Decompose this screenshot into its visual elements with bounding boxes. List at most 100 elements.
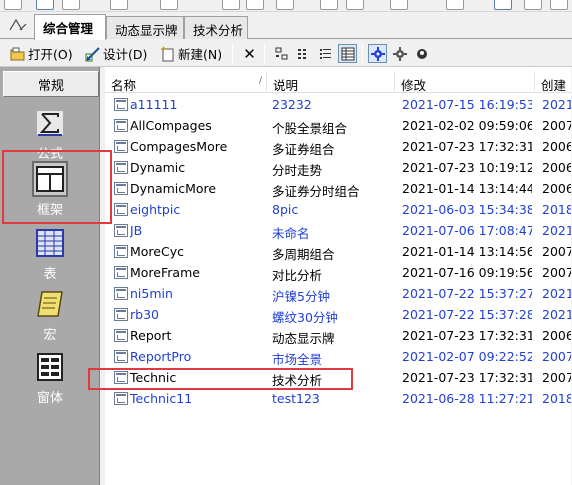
left-panel-header[interactable]: 常规 [3,71,99,97]
tab-general-management[interactable]: 综合管理 [34,14,106,40]
scroll-macro-icon [34,288,66,320]
window-form-icon [34,351,66,383]
details-view-icon[interactable] [338,44,357,63]
cell-created: 2007- [542,265,572,280]
clock-icon[interactable] [222,0,240,10]
column-header-description[interactable]: 说明 [267,71,395,93]
cell-created: 2021- [542,307,572,322]
large-icons-view-icon[interactable] [272,44,291,63]
tool-icon[interactable] [524,0,542,10]
table-row[interactable]: a11111 23232 2021-07-15 16:19:53 2021- [105,94,572,115]
tool-icon[interactable] [390,0,408,10]
tool-icon[interactable] [550,0,568,10]
cell-modified: 2021-07-23 17:32:31 [402,139,532,154]
edit-icon[interactable] [36,0,54,10]
cell-modified: 2021-07-22 15:37:28 [402,307,532,322]
table-row[interactable]: Report 动态显示牌 2021-07-23 17:32:31 2006- [105,325,572,346]
table-row[interactable]: ni5min 沪镍5分钟 2021-07-22 15:37:27 2021- [105,283,572,304]
tool-icon[interactable] [346,0,364,10]
left-item-window[interactable]: 窗体 [0,347,100,409]
action-toolbar: 打开(O) 设计(D) 新建(N) ✕ [0,40,572,67]
small-icons-view-icon[interactable] [294,44,313,63]
table-row[interactable]: ReportPro 市场全景 2021-02-07 09:22:52 2007- [105,346,572,367]
cell-description: 技术分析 [272,373,323,388]
cell-created: 2021- [542,97,572,112]
tool-icon[interactable] [62,0,80,10]
settings-icon[interactable] [412,44,431,63]
frame-file-icon [114,287,128,300]
left-item-frame[interactable]: 框架 [0,159,100,221]
table-row[interactable]: CompagesMore 多证券组合 2021-07-23 17:32:31 2006… [105,136,572,157]
left-item-macro[interactable]: 宏 [0,284,100,346]
frame-file-icon [114,266,128,279]
cell-description: 动态显示牌 [272,331,335,346]
home-icon[interactable] [4,0,22,10]
cell-created: 2021- [542,223,572,238]
left-item-table[interactable]: 表 [0,223,100,285]
cell-modified: 2021-07-23 10:19:12 [402,160,532,175]
column-header-name[interactable]: 名称 [105,71,267,93]
tool-icon[interactable] [276,0,294,10]
gear-icon[interactable] [446,0,464,10]
pointer-icon[interactable] [494,0,512,10]
table-row[interactable]: Dynamic 分时走势 2021-07-23 10:19:12 2006- [105,157,572,178]
cell-created: 2007- [542,370,572,385]
column-header-created[interactable]: 创建 [535,71,572,93]
gear-blue-icon[interactable] [368,44,387,63]
table-row[interactable]: MoreFrame 对比分析 2021-07-16 09:19:56 2007- [105,262,572,283]
cell-description: 多周期组合 [272,247,335,262]
tab-dynamic-board[interactable]: 动态显示牌 [106,16,184,39]
cell-description: 对比分析 [272,268,323,283]
frame-file-icon [114,245,128,258]
cell-name: Dynamic [130,160,186,175]
cell-name: ni5min [130,286,173,301]
cell-created: 2007- [542,244,572,259]
cell-name: DynamicMore [130,181,217,196]
cell-created: 2006- [542,181,572,196]
table-row[interactable]: Technic 技术分析 2021-07-23 17:32:31 2007- [105,367,572,388]
tab-scroll-icon[interactable] [8,18,30,36]
gear-gray-icon[interactable] [390,44,409,63]
table-row[interactable]: rb30 螺纹30分钟 2021-07-22 15:37:28 2021- [105,304,572,325]
cell-modified: 2021-02-02 09:59:06 [402,118,532,133]
new-file-icon [160,45,176,62]
design-button[interactable]: 设计(D) [85,43,147,64]
list-header: 名称 / 说明 修改 创建 [105,71,572,93]
tool-icon[interactable] [110,0,128,10]
new-button[interactable]: 新建(N) [160,43,222,64]
cell-description: 分时走势 [272,163,323,178]
tab-technical-analysis[interactable]: 技术分析 [184,16,248,39]
table-row[interactable]: AllCompages 个股全景组合 2021-02-02 09:59:06 2007… [105,115,572,136]
table-row[interactable]: Technic11 test123 2021-06-28 11:27:21 2018- [105,388,572,409]
frame-file-icon [114,119,128,132]
list-view-icon[interactable] [316,44,335,63]
delete-icon[interactable]: ✕ [240,44,259,63]
cell-name: a11111 [130,97,178,112]
tool-icon[interactable] [160,0,178,10]
cell-name: Technic [130,370,177,385]
file-list: 名称 / 说明 修改 创建 a11111 23232 2021-07-15 16:1… [105,67,572,485]
cell-created: 2006- [542,139,572,154]
cell-modified: 2021-06-28 11:27:21 [402,391,532,406]
left-item-formula[interactable]: 公式 [0,103,100,165]
table-row[interactable]: MoreCyc 多周期组合 2021-01-14 13:14:56 2007- [105,241,572,262]
toolbar-separator [232,44,233,63]
frame-file-icon [114,392,128,405]
cell-name: Technic11 [130,391,193,406]
tool-icon[interactable] [246,0,264,10]
table-row[interactable]: eightpic 8pic 2021-06-03 15:34:38 2018- [105,199,572,220]
cell-name: ReportPro [130,349,192,364]
open-button[interactable]: 打开(O) [10,43,73,64]
column-header-modified[interactable]: 修改 [395,71,535,93]
table-row[interactable]: DynamicMore 多证券分时组合 2021-01-14 13:14:44 200… [105,178,572,199]
tool-icon[interactable] [320,0,338,10]
cell-created: 2007- [542,118,572,133]
cell-description: 市场全景 [272,352,323,367]
cell-description: 沪镍5分钟 [272,289,330,304]
cell-name: MoreFrame [130,265,200,280]
table-row[interactable]: JB 未命名 2021-07-06 17:08:47 2021- [105,220,572,241]
cell-modified: 2021-07-15 16:19:53 [402,97,532,112]
frame-file-icon [114,140,128,153]
cell-name: eightpic [130,202,181,217]
cell-name: rb30 [130,307,159,322]
